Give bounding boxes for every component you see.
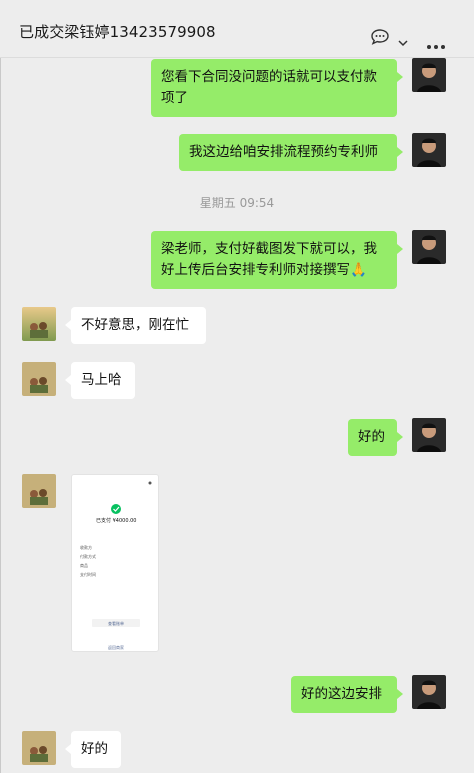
message-bubble[interactable]: 马上哈 (65, 362, 135, 399)
avatar-self[interactable] (412, 58, 446, 92)
avatar-contact[interactable] (22, 731, 56, 765)
avatar-contact[interactable] (22, 307, 56, 341)
image-message-payment-receipt[interactable]: 已支付 ¥4000.00 收款方 付款方式 商品 支付时间 查看账单 返回商家 (71, 474, 159, 652)
chevron-down-icon[interactable] (398, 32, 408, 51)
message-bubble[interactable]: 您看下合同没问题的话就可以支付款 项了 (151, 59, 403, 117)
message-bubble[interactable]: 不好意思，刚在忙 (65, 307, 206, 344)
pray-emoji: 🙏 (350, 262, 367, 278)
message-bubble[interactable]: 好的 (348, 419, 403, 456)
chat-header: 已成交梁钰婷13423579908 (0, 0, 474, 58)
message-bubble[interactable]: 梁老师，支付好截图发下就可以，我 好上传后台安排专利师对接撰写🙏 (151, 231, 403, 289)
avatar-self[interactable] (412, 418, 446, 452)
avatar-self[interactable] (412, 230, 446, 264)
avatar-contact[interactable] (22, 474, 56, 508)
chat-bubble-icon[interactable] (370, 28, 390, 50)
message-bubble[interactable]: 好的这边安排 (291, 676, 403, 713)
chat-title: 已成交梁钰婷13423579908 (19, 23, 216, 41)
avatar-contact[interactable] (22, 362, 56, 396)
avatar-self[interactable] (412, 133, 446, 167)
avatar-self[interactable] (412, 675, 446, 709)
timestamp: 星期五 09:54 (199, 196, 275, 210)
message-bubble[interactable]: 我这边给咱安排流程预约专利师 (179, 134, 403, 171)
more-icon[interactable] (426, 35, 446, 54)
message-bubble[interactable]: 好的 (65, 731, 121, 768)
left-divider (0, 58, 1, 773)
